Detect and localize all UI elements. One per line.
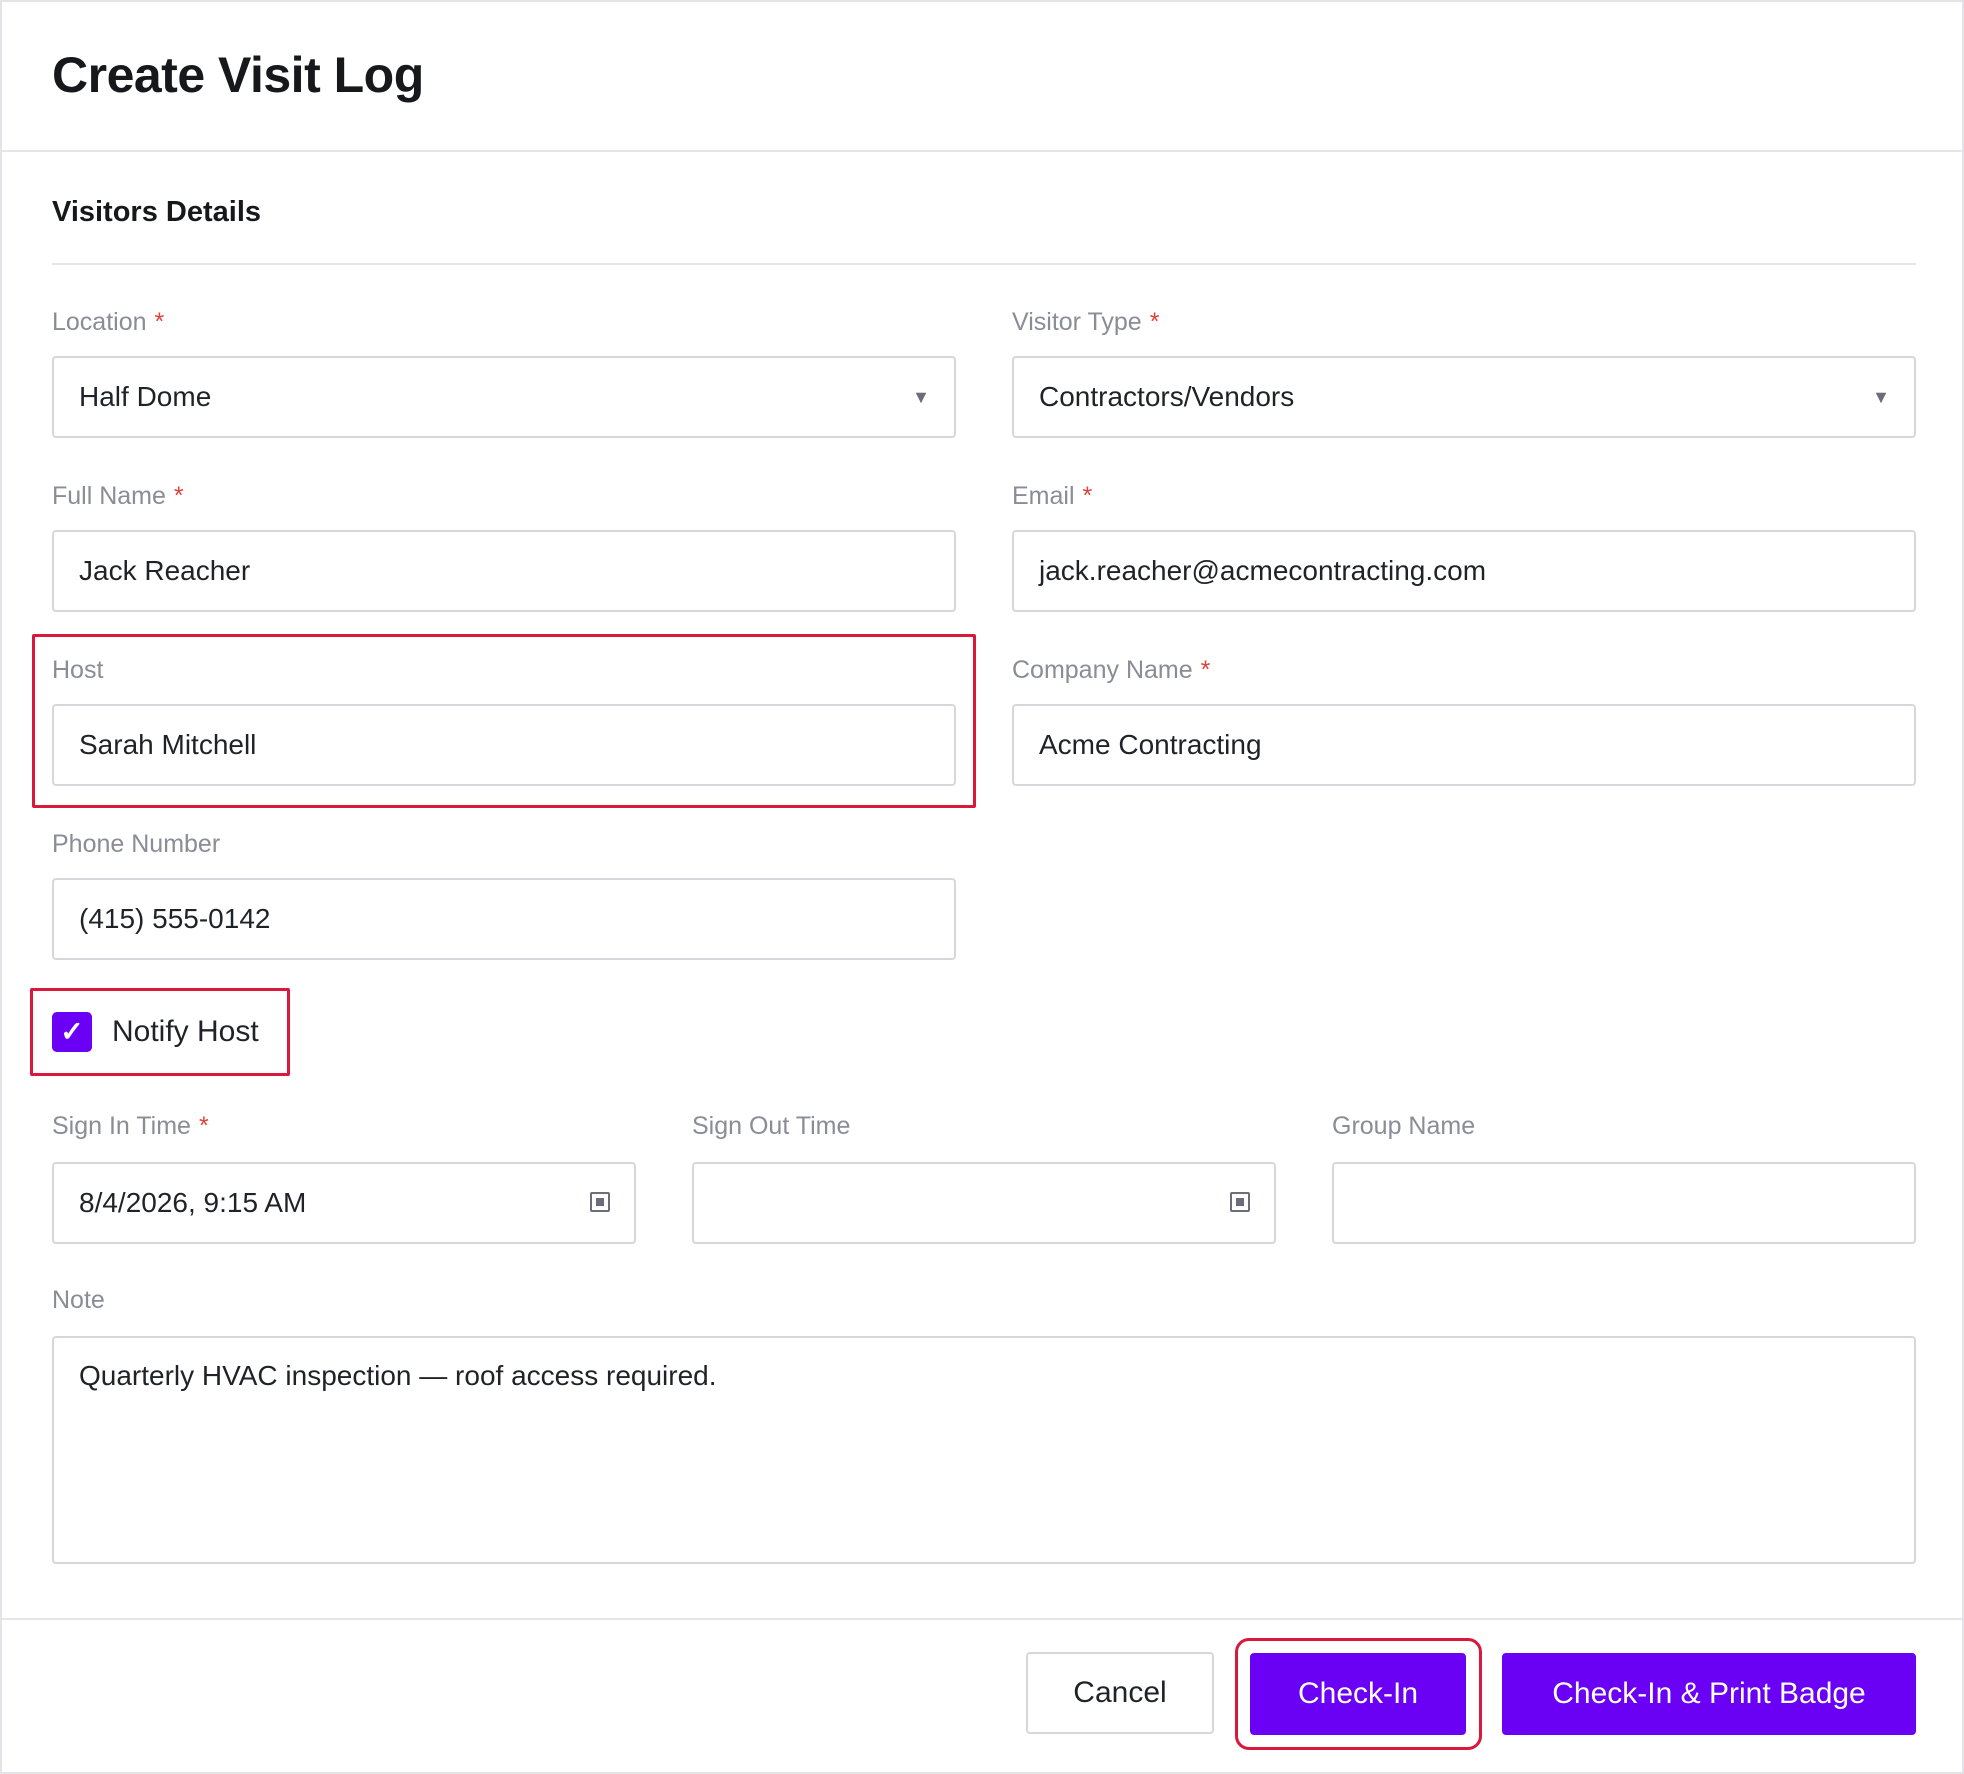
calendar-icon[interactable] <box>590 1192 610 1212</box>
location-label: Location * <box>52 308 165 336</box>
phone-number-value: (415) 555-0142 <box>79 903 271 934</box>
group-name-input[interactable] <box>1332 1162 1916 1244</box>
visitor-type-value: Contractors/Vendors <box>1039 381 1295 412</box>
note-label: Note <box>52 1286 105 1314</box>
sign-in-time-input[interactable]: 8/4/2026, 9:15 AM <box>52 1162 636 1244</box>
phone-number-input[interactable]: (415) 555-0142 <box>52 878 956 960</box>
calendar-icon[interactable] <box>1230 1192 1250 1212</box>
email-value: jack.reacher@acmecontracting.com <box>1039 555 1487 586</box>
host-input[interactable]: Sarah Mitchell <box>52 704 956 786</box>
required-marker: * <box>154 308 165 336</box>
full-name-value: Jack Reacher <box>79 555 251 586</box>
company-name-input[interactable]: Acme Contracting <box>1012 704 1916 786</box>
required-marker: * <box>1149 308 1160 336</box>
note-textarea[interactable]: Quarterly HVAC inspection — roof access … <box>52 1336 1916 1564</box>
check-in-print-badge-button[interactable]: Check-In & Print Badge <box>1502 1653 1916 1735</box>
notify-host-checkbox[interactable]: ✓ <box>52 1012 92 1052</box>
create-visit-log-dialog: Create Visit Log Visitors Details Locati… <box>0 0 1964 1774</box>
notify-host-label[interactable]: Notify Host <box>112 1012 259 1052</box>
sign-out-time-input[interactable] <box>692 1162 1276 1244</box>
dialog-header: Create Visit Log <box>2 2 1962 152</box>
company-name-label: Company Name * <box>1012 656 1211 684</box>
required-marker: * <box>1082 482 1093 510</box>
dialog-title: Create Visit Log <box>52 47 424 103</box>
full-name-label: Full Name * <box>52 482 184 510</box>
host-label: Host <box>52 656 104 684</box>
host-value: Sarah Mitchell <box>79 729 257 760</box>
visitor-type-label: Visitor Type * <box>1012 308 1160 336</box>
phone-number-label: Phone Number <box>52 830 221 858</box>
section-divider <box>52 263 1916 265</box>
email-input[interactable]: jack.reacher@acmecontracting.com <box>1012 530 1916 612</box>
location-select[interactable]: Half Dome ▼ <box>52 356 956 438</box>
section-title: Visitors Details <box>52 196 262 228</box>
location-value: Half Dome <box>79 381 212 412</box>
sign-out-time-label: Sign Out Time <box>692 1112 851 1140</box>
footer-divider <box>2 1618 1962 1620</box>
sign-in-time-label: Sign In Time * <box>52 1112 209 1140</box>
required-marker: * <box>1200 656 1211 684</box>
note-value: Quarterly HVAC inspection — roof access … <box>79 1360 717 1391</box>
caret-down-icon: ▼ <box>1872 387 1890 407</box>
required-marker: * <box>173 482 184 510</box>
email-label: Email * <box>1012 482 1093 510</box>
check-in-button[interactable]: Check-In <box>1250 1653 1466 1735</box>
sign-in-time-value: 8/4/2026, 9:15 AM <box>79 1187 307 1218</box>
cancel-button[interactable]: Cancel <box>1026 1652 1214 1734</box>
required-marker: * <box>198 1112 209 1140</box>
company-name-value: Acme Contracting <box>1039 729 1262 760</box>
visitor-type-select[interactable]: Contractors/Vendors ▼ <box>1012 356 1916 438</box>
group-name-label: Group Name <box>1332 1112 1476 1140</box>
caret-down-icon: ▼ <box>912 387 930 407</box>
full-name-input[interactable]: Jack Reacher <box>52 530 956 612</box>
